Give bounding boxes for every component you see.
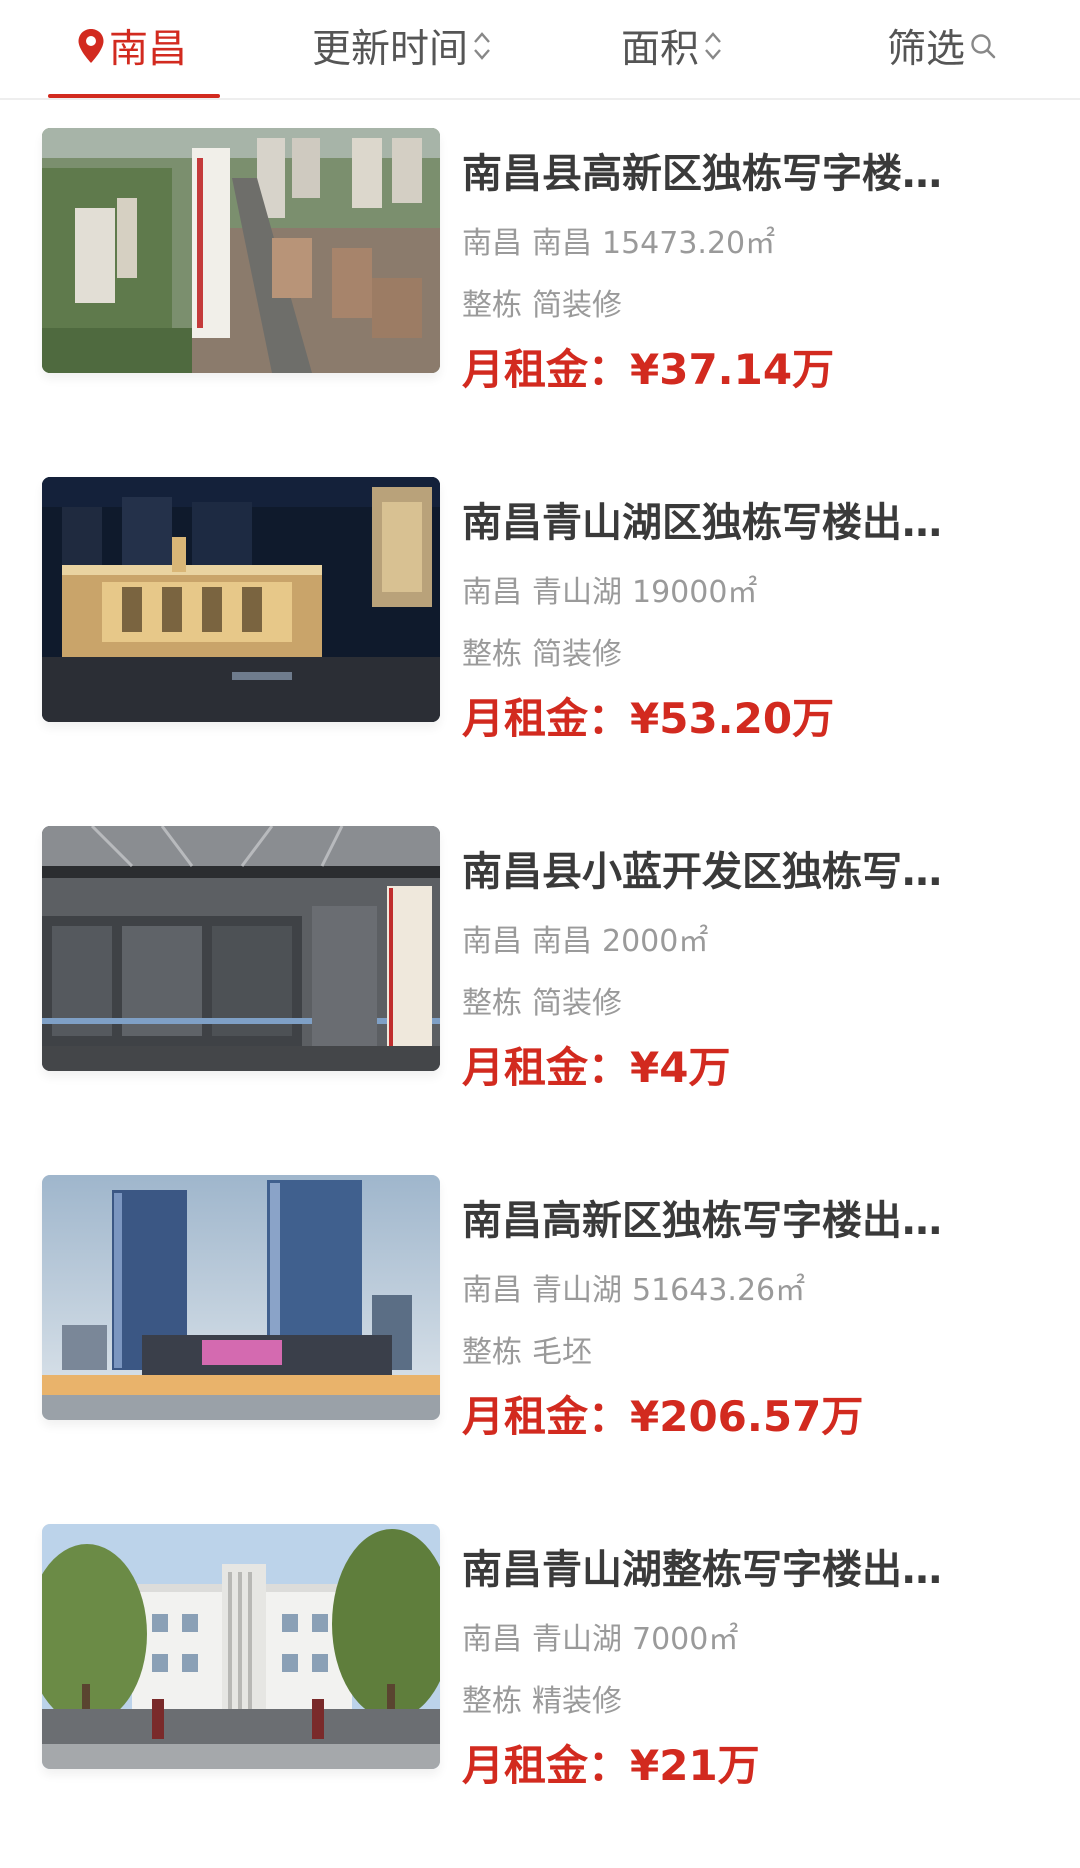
listing-photo[interactable]: [42, 477, 440, 722]
listing-district: 青山湖: [532, 1273, 622, 1308]
listing-tags: 整栋 精装修: [462, 1682, 1022, 1722]
listing-tags: 整栋 简装修: [462, 635, 1022, 675]
listing-price: 月租金：¥21万: [462, 1736, 1022, 1796]
listing-type: 整栋: [462, 288, 522, 323]
city-label: 南昌: [108, 27, 187, 72]
listing-card[interactable]: 南昌青山湖区独栋写楼出… 南昌 青山湖 19000㎡ 整栋 简装修 月租金：¥53.2…: [0, 449, 1080, 798]
price-label: 月租金：: [462, 1741, 631, 1790]
listing-area: 51643.26㎡: [632, 1273, 806, 1308]
listing-district: 青山湖: [532, 1622, 622, 1657]
sort-arrows-icon: [472, 29, 492, 63]
listing-decoration: 毛坯: [532, 1335, 592, 1370]
listing-type: 整栋: [462, 1335, 522, 1370]
price-value: ¥206.57万: [630, 1392, 864, 1441]
listing-area: 19000㎡: [632, 575, 758, 610]
listing-card[interactable]: 南昌青山湖整栋写字楼出… 南昌 青山湖 7000㎡ 整栋 精装修 月租金：¥21万: [0, 1496, 1080, 1845]
city-selector[interactable]: 南昌: [48, 14, 220, 78]
listing-price: 月租金：¥206.57万: [462, 1387, 1022, 1447]
listing-meta: 南昌 青山湖 51643.26㎡: [462, 1271, 1022, 1311]
listing-card[interactable]: 南昌县高新区独栋写字楼… 南昌 南昌 15473.20㎡ 整栋 简装修 月租金：¥37…: [0, 100, 1080, 449]
price-label: 月租金：: [462, 1043, 631, 1092]
listing-district: 青山湖: [532, 575, 622, 610]
listing-area: 15473.20㎡: [602, 226, 776, 261]
active-tab-indicator: [48, 94, 220, 98]
listing-meta: 南昌 南昌 2000㎡: [462, 922, 1022, 962]
price-value: ¥53.20万: [630, 694, 835, 743]
sort-area[interactable]: 面积: [590, 14, 750, 78]
price-label: 月租金：: [462, 1392, 631, 1441]
listing-photo[interactable]: [42, 1524, 440, 1769]
listing-price: 月租金：¥53.20万: [462, 689, 1022, 749]
listing-district: 南昌: [532, 924, 592, 959]
listing-title[interactable]: 南昌青山湖整栋写字楼出…: [462, 1540, 1002, 1600]
listing-decoration: 简装修: [532, 986, 622, 1021]
sort-arrows-icon: [703, 29, 723, 63]
listing-tags: 整栋 简装修: [462, 984, 1022, 1024]
listing-type: 整栋: [462, 1684, 522, 1719]
listing-decoration: 精装修: [532, 1684, 622, 1719]
listing-photo[interactable]: [42, 128, 440, 373]
listing-title[interactable]: 南昌县小蓝开发区独栋写…: [462, 842, 1002, 902]
listing-title[interactable]: 南昌高新区独栋写字楼出…: [462, 1191, 1002, 1251]
listing-meta: 南昌 南昌 15473.20㎡: [462, 224, 1022, 264]
listing-decoration: 简装修: [532, 637, 622, 672]
price-label: 月租金：: [462, 345, 631, 394]
listing-city: 南昌: [462, 924, 522, 959]
listing-tags: 整栋 简装修: [462, 286, 1022, 326]
filter-label: 筛选: [886, 27, 965, 72]
price-value: ¥21万: [630, 1741, 760, 1790]
price-label: 月租金：: [462, 694, 631, 743]
listing-title[interactable]: 南昌县高新区独栋写字楼…: [462, 144, 1002, 204]
listing-tags: 整栋 毛坯: [462, 1333, 1022, 1373]
listing-card[interactable]: 南昌县小蓝开发区独栋写… 南昌 南昌 2000㎡ 整栋 简装修 月租金：¥4万: [0, 798, 1080, 1147]
listing-city: 南昌: [462, 575, 522, 610]
listing-meta: 南昌 青山湖 19000㎡: [462, 573, 1022, 613]
listing-area: 2000㎡: [602, 924, 709, 959]
listing-price: 月租金：¥37.14万: [462, 340, 1022, 400]
listing-price: 月租金：¥4万: [462, 1038, 1022, 1098]
sort-update-time-label: 更新时间: [311, 27, 468, 72]
location-pin-icon: [77, 28, 105, 64]
filter-bar: 南昌 更新时间 面积 筛选: [0, 0, 1080, 100]
listing-type: 整栋: [462, 637, 522, 672]
listing-area: 7000㎡: [632, 1622, 739, 1657]
listing-title[interactable]: 南昌青山湖区独栋写楼出…: [462, 493, 1002, 553]
sort-update-time[interactable]: 更新时间: [282, 14, 518, 78]
listing-city: 南昌: [462, 1273, 522, 1308]
price-value: ¥37.14万: [630, 345, 835, 394]
listing-district: 南昌: [532, 226, 592, 261]
price-value: ¥4万: [630, 1043, 731, 1092]
filter-button[interactable]: 筛选: [870, 14, 1010, 78]
listing-decoration: 简装修: [532, 288, 622, 323]
listing-type: 整栋: [462, 986, 522, 1021]
listing-meta: 南昌 青山湖 7000㎡: [462, 1620, 1022, 1660]
listing-card[interactable]: 南昌高新区独栋写字楼出… 南昌 青山湖 51643.26㎡ 整栋 毛坯 月租金：¥20…: [0, 1147, 1080, 1496]
listing-photo[interactable]: [42, 1175, 440, 1420]
listing-photo[interactable]: [42, 826, 440, 1071]
listing-city: 南昌: [462, 1622, 522, 1657]
search-icon: [969, 32, 997, 60]
listing-city: 南昌: [462, 226, 522, 261]
sort-area-label: 面积: [620, 27, 699, 72]
